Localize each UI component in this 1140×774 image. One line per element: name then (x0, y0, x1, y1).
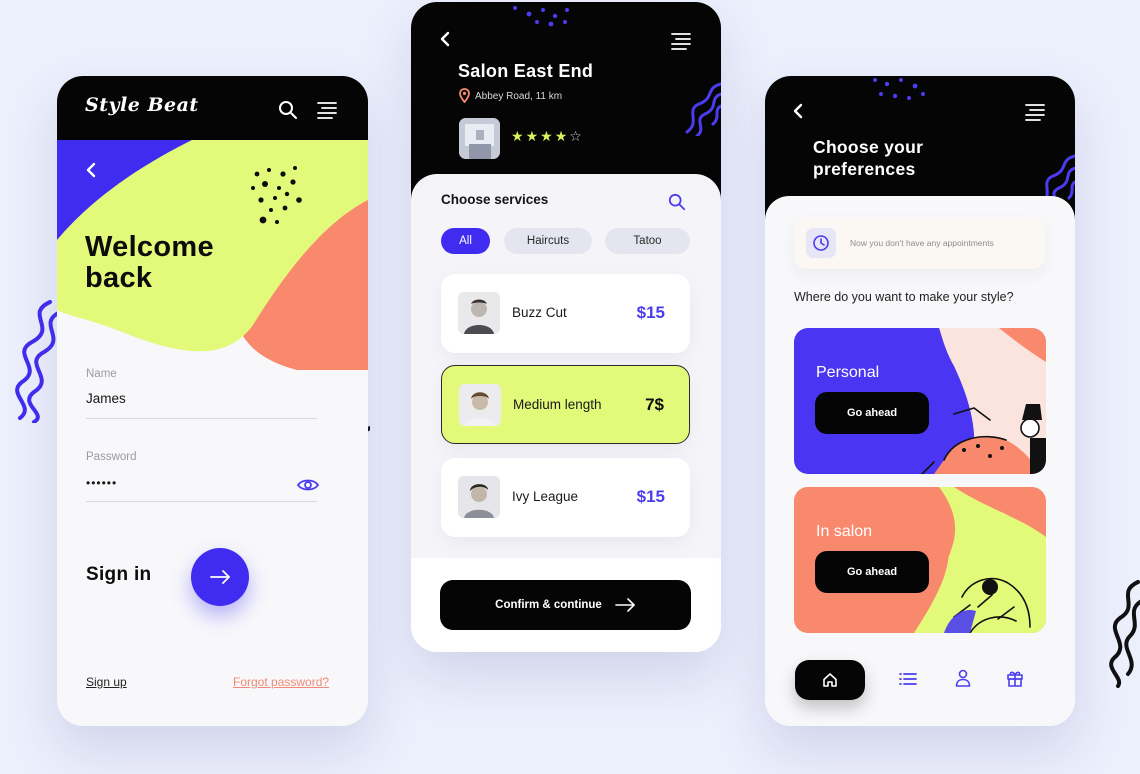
back-arrow-icon (440, 31, 450, 47)
service-card-medium-length[interactable]: Medium length 7$ (441, 365, 690, 444)
wave-lines-decoration (685, 82, 721, 136)
list-icon (899, 673, 917, 685)
salon-address: Abbey Road, 11 km (475, 91, 563, 102)
service-name: Ivy League (512, 489, 579, 504)
name-label: Name (86, 368, 117, 380)
appointment-text: Now you don't have any appointments (850, 238, 994, 248)
confirm-continue-button[interactable]: Confirm & continue (440, 580, 691, 630)
services-screen: Salon East End Abbey Road, 11 km ★★★★☆ C… (411, 2, 721, 652)
welcome-heading-line2: back (85, 262, 153, 294)
search-services-button[interactable] (665, 190, 689, 214)
service-card-ivy-league[interactable]: Ivy League $15 (441, 458, 690, 537)
eye-icon (296, 479, 320, 491)
section-title: Choose services (441, 192, 549, 207)
filter-all-chip[interactable]: All (441, 228, 490, 254)
preferences-screen: Choose your preferences Now you don't ha… (765, 76, 1075, 726)
wave-lines-decoration-left (15, 300, 60, 423)
service-card-buzz-cut[interactable]: Buzz Cut $15 (441, 274, 690, 353)
password-field[interactable]: •••••• (86, 476, 117, 490)
name-underline (86, 418, 317, 419)
preferences-title-line1: Choose your (813, 137, 924, 157)
nav-list-button[interactable] (895, 666, 921, 692)
clock-icon-box (806, 228, 836, 258)
salon-photo (459, 118, 500, 159)
personal-label: Personal (816, 364, 880, 381)
welcome-heading: Welcome back (85, 232, 214, 294)
sign-up-link[interactable]: Sign up (86, 675, 127, 689)
profile-icon (955, 669, 971, 687)
star-icon: ★ (554, 128, 570, 144)
nav-profile-button[interactable] (950, 665, 976, 691)
rating-stars: ★★★★☆ (511, 128, 584, 145)
star-icon: ★ (540, 128, 555, 144)
filter-tatoo-chip[interactable]: Tatoo (605, 228, 690, 254)
service-price: $15 (636, 303, 665, 322)
salon-name: Salon East End (458, 61, 594, 81)
welcome-heading-line1: Welcome (85, 231, 214, 263)
personal-go-ahead-button[interactable]: Go ahead (815, 392, 929, 434)
menu-icon (671, 33, 691, 50)
password-label: Password (86, 451, 137, 463)
dots-decoration (513, 6, 569, 27)
service-price: 7$ (645, 395, 664, 414)
service-price: $15 (636, 487, 665, 506)
forgot-password-link[interactable]: Forgot password? (233, 675, 329, 689)
search-icon (279, 101, 297, 119)
nav-gift-button[interactable] (1002, 665, 1028, 691)
filter-haircuts-chip[interactable]: Haircuts (504, 228, 592, 254)
sign-in-label: Sign in (86, 564, 152, 585)
back-arrow-icon (86, 162, 96, 178)
preferences-title: Choose your preferences (813, 136, 923, 180)
search-icon (668, 193, 686, 211)
arrow-right-icon (615, 598, 635, 612)
gift-icon (1007, 671, 1023, 687)
menu-button[interactable] (1023, 100, 1047, 124)
preferences-title-line2: preferences (813, 159, 916, 179)
back-arrow-icon (793, 103, 803, 119)
sign-in-button[interactable] (191, 548, 249, 606)
service-photo (459, 384, 501, 426)
personal-card[interactable]: Personal Go ahead (794, 328, 1046, 474)
back-button[interactable] (79, 158, 103, 182)
menu-button[interactable] (669, 29, 693, 53)
app-logo: Style Beat (85, 94, 199, 116)
in-salon-go-ahead-button[interactable]: Go ahead (815, 551, 929, 593)
wave-lines-decoration-right (1109, 580, 1140, 688)
clock-icon (813, 235, 829, 251)
name-field[interactable]: James (86, 391, 126, 406)
login-screen: Style Beat Welcome back Name James Passw… (57, 76, 368, 726)
star-icon: ★ (525, 128, 541, 144)
dots-decoration (873, 78, 925, 100)
location-pin-icon (459, 88, 470, 103)
confirm-label: Confirm & continue (495, 599, 602, 611)
search-button[interactable] (276, 98, 300, 122)
menu-icon (317, 102, 337, 119)
menu-button[interactable] (315, 98, 339, 122)
star-icon: ★ (511, 128, 526, 144)
service-photo (458, 292, 500, 334)
service-photo (458, 476, 500, 518)
style-question: Where do you want to make your style? (794, 290, 1014, 304)
back-button[interactable] (786, 99, 810, 123)
home-icon (823, 673, 837, 687)
in-salon-card[interactable]: In salon Go ahead (794, 487, 1046, 633)
menu-icon (1025, 104, 1045, 121)
nav-home-button[interactable] (795, 660, 865, 700)
star-icon: ☆ (569, 128, 584, 144)
back-button[interactable] (433, 27, 457, 51)
show-password-button[interactable] (295, 475, 321, 495)
service-name: Medium length (513, 397, 602, 412)
service-name: Buzz Cut (512, 305, 567, 320)
in-salon-label: In salon (816, 523, 873, 540)
arrow-right-icon (210, 570, 230, 584)
password-underline (86, 501, 317, 502)
appointment-notice: Now you don't have any appointments (794, 217, 1045, 269)
